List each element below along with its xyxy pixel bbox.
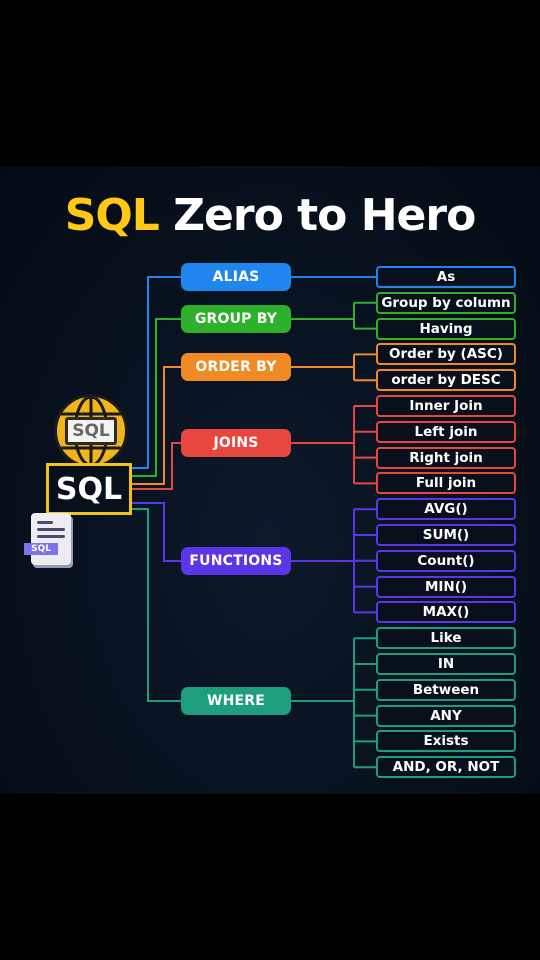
root-node-sql: SQL [46,463,132,515]
leaf-where-1: IN [376,653,516,675]
leaf-where-0: Like [376,627,516,650]
leaf-where-4: Exists [376,730,516,753]
document-sql-icon: SQL [24,513,71,565]
leaf-functions-2: Count() [376,549,516,572]
leaf-joins-2: Right join [376,446,516,469]
branch-alias: ALIAS [181,263,291,291]
connector-root-group-by [132,318,181,477]
leaf-order-by-1: order by DESC [376,369,516,392]
leaf-joins-1: Left join [376,420,516,443]
leaf-group-by-1: Having [376,317,516,340]
branch-joins: JOINS [181,429,291,457]
branch-functions: FUNCTIONS [181,547,291,575]
connector-root-functions [132,502,181,562]
leaf-where-2: Between [376,678,516,701]
leaf-order-by-0: Order by (ASC) [376,343,516,366]
branch-group-by: GROUP BY [181,305,291,333]
leaf-functions-0: AVG() [376,498,516,521]
leaf-functions-3: MIN() [376,575,516,598]
leaf-alias-0: As [376,266,516,288]
leaf-joins-0: Inner Join [376,395,516,417]
connector-root-where [132,508,181,702]
branch-where: WHERE [181,687,291,715]
leaf-where-3: ANY [376,704,516,727]
globe-sql-icon: SQL [54,394,128,468]
leaf-where-5: AND, OR, NOT [376,756,516,779]
globe-sql-label: SQL [65,417,117,445]
leaf-group-by-0: Group by column [376,291,516,314]
leaf-functions-1: SUM() [376,524,516,546]
doc-sql-tag: SQL [24,543,58,555]
branch-order-by: ORDER BY [181,353,291,381]
leaf-functions-4: MAX() [376,601,516,624]
leaf-joins-3: Full join [376,472,516,495]
